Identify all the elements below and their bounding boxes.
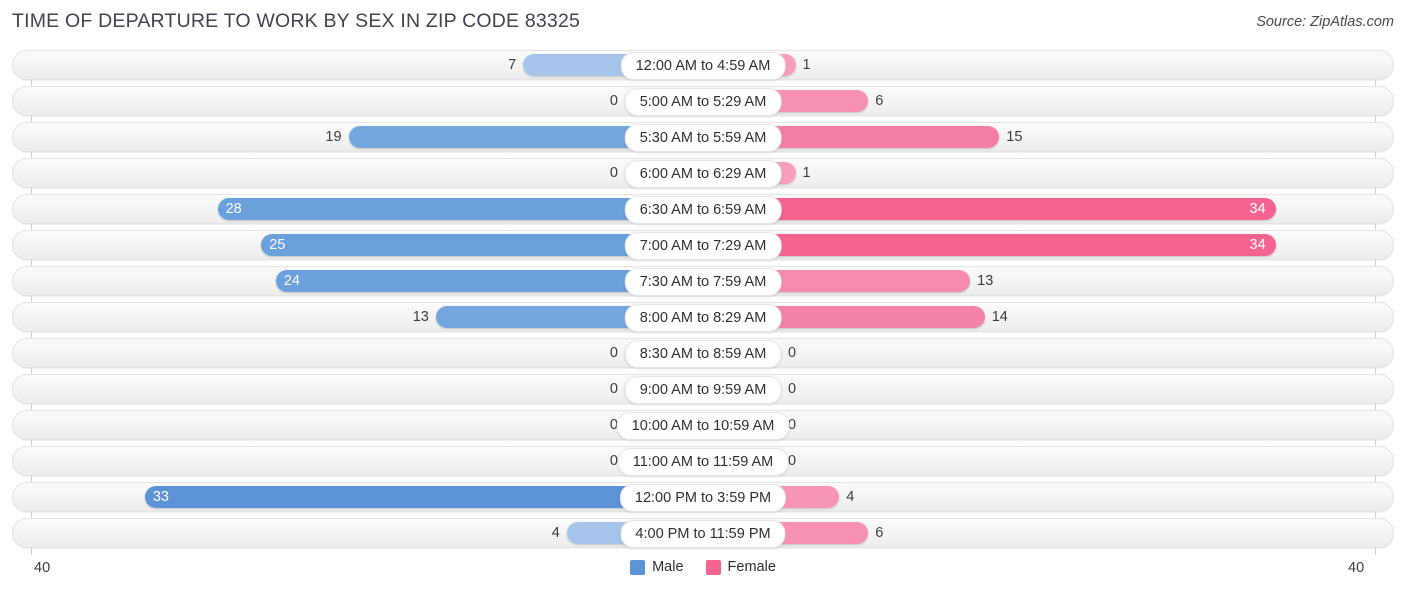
chart-plot-area: 7 1 12:00 AM to 4:59 AM 0 6 5:00 AM to 5:29 A… <box>0 50 1406 555</box>
category-label: 6:30 AM to 6:59 AM <box>624 196 782 224</box>
source-attribution: Source: ZipAtlas.com <box>1256 14 1394 30</box>
category-label: 7:00 AM to 7:29 AM <box>624 232 782 260</box>
legend-swatch-male-icon <box>630 559 646 575</box>
category-label: 5:00 AM to 5:29 AM <box>624 88 782 116</box>
bar-value-male: 24 <box>283 273 300 289</box>
legend-label-male: Male <box>652 559 684 575</box>
category-label: 8:00 AM to 8:29 AM <box>624 304 782 332</box>
category-label: 5:30 AM to 5:59 AM <box>624 124 782 152</box>
table-row: 0 6 5:00 AM to 5:29 AM <box>12 86 1394 116</box>
bar-value-female: 6 <box>875 93 884 109</box>
table-row: 0 1 6:00 AM to 6:29 AM <box>12 158 1394 188</box>
bar-value-male: 0 <box>609 417 618 433</box>
legend-item-male[interactable]: Male <box>630 559 684 575</box>
bar-value-female: 0 <box>788 417 797 433</box>
bar-value-male: 0 <box>609 345 618 361</box>
bar-value-male: 33 <box>152 489 169 505</box>
category-label: 11:00 AM to 11:59 AM <box>617 448 789 476</box>
category-label: 9:00 AM to 9:59 AM <box>624 376 782 404</box>
table-row: 13 14 8:00 AM to 8:29 AM <box>12 302 1394 332</box>
bar-value-male: 7 <box>508 57 517 73</box>
category-label: 10:00 AM to 10:59 AM <box>616 412 790 440</box>
category-label: 8:30 AM to 8:59 AM <box>624 340 782 368</box>
bar-female[interactable] <box>703 234 1276 256</box>
bar-value-male: 25 <box>269 237 286 253</box>
category-label: 7:30 AM to 7:59 AM <box>624 268 782 296</box>
table-row: 0 0 10:00 AM to 10:59 AM <box>12 410 1394 440</box>
category-label: 4:00 PM to 11:59 PM <box>620 520 786 548</box>
bar-value-male: 0 <box>609 93 618 109</box>
table-row: 25 34 7:00 AM to 7:29 AM <box>12 230 1394 260</box>
bar-value-female: 13 <box>977 273 994 289</box>
table-row: 19 15 5:30 AM to 5:59 AM <box>12 122 1394 152</box>
table-row: 7 1 12:00 AM to 4:59 AM <box>12 50 1394 80</box>
bar-value-female: 15 <box>1006 129 1023 145</box>
bar-value-male: 13 <box>412 309 429 325</box>
bar-value-male: 28 <box>225 201 242 217</box>
chart-legend: Male Female <box>0 559 1406 575</box>
bar-value-male: 19 <box>325 129 342 145</box>
bar-value-female: 4 <box>846 489 855 505</box>
table-row: 28 34 6:30 AM to 6:59 AM <box>12 194 1394 224</box>
bar-value-male: 0 <box>609 165 618 181</box>
bar-value-female: 1 <box>802 57 811 73</box>
category-label: 12:00 PM to 3:59 PM <box>619 484 787 512</box>
table-row: 0 0 9:00 AM to 9:59 AM <box>12 374 1394 404</box>
bar-value-female: 34 <box>1249 201 1266 217</box>
bar-value-female: 6 <box>875 525 884 541</box>
bar-value-male: 0 <box>609 381 618 397</box>
legend-item-female[interactable]: Female <box>705 559 776 575</box>
table-row: 4 6 4:00 PM to 11:59 PM <box>12 518 1394 548</box>
category-label: 6:00 AM to 6:29 AM <box>624 160 782 188</box>
bar-value-female: 34 <box>1249 237 1266 253</box>
table-row: 0 0 8:30 AM to 8:59 AM <box>12 338 1394 368</box>
bar-value-female: 14 <box>991 309 1008 325</box>
page-title: TIME OF DEPARTURE TO WORK BY SEX IN ZIP … <box>12 10 581 32</box>
bar-value-male: 4 <box>551 525 560 541</box>
bar-value-male: 0 <box>609 453 618 469</box>
table-row: 0 0 11:00 AM to 11:59 AM <box>12 446 1394 476</box>
table-row: 33 4 12:00 PM to 3:59 PM <box>12 482 1394 512</box>
table-row: 24 13 7:30 AM to 7:59 AM <box>12 266 1394 296</box>
bar-value-female: 0 <box>788 381 797 397</box>
bar-value-female: 1 <box>802 165 811 181</box>
category-label: 12:00 AM to 4:59 AM <box>620 52 786 80</box>
legend-label-female: Female <box>727 559 776 575</box>
legend-swatch-female-icon <box>705 559 721 575</box>
bar-female[interactable] <box>703 198 1276 220</box>
bar-value-female: 0 <box>788 345 797 361</box>
bar-value-female: 0 <box>788 453 797 469</box>
